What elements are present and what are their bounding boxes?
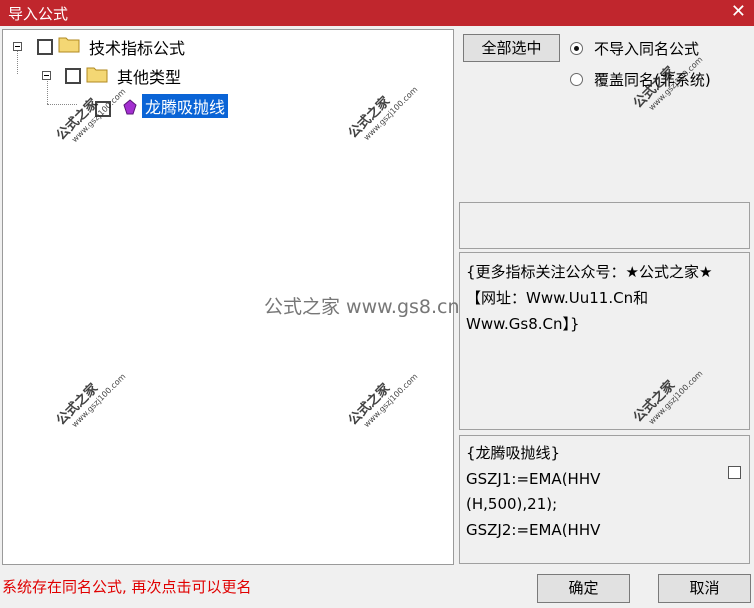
window-title: 导入公式	[8, 5, 69, 23]
folder-icon	[58, 37, 80, 53]
cancel-button[interactable]: 取消	[658, 574, 751, 603]
select-all-button[interactable]: 全部选中	[463, 34, 560, 62]
center-watermark: 公式之家 www.gs8.cn	[264, 296, 460, 318]
code-preview: {龙腾吸抛线} GSZJ1:=EMA(HHV (H,500),21); GSZJ…	[466, 441, 716, 543]
ok-button[interactable]: 确定	[537, 574, 630, 603]
tree-child-label[interactable]: 其他类型	[117, 64, 181, 88]
close-icon[interactable]: ✕	[731, 1, 746, 23]
watermark-stamp: 公式之家 www.gszj100.com	[51, 73, 128, 149]
collapse-toggle-child[interactable]	[42, 71, 51, 80]
tree-leaf-label[interactable]: 龙腾吸抛线	[142, 94, 229, 118]
title-bar: 导入公式 ✕	[0, 0, 754, 26]
status-message: 系统存在同名公式, 再次点击可以更名	[2, 578, 252, 596]
radio-no-import[interactable]	[570, 42, 583, 55]
code-preview-checkbox[interactable]	[728, 466, 741, 479]
radio-overwrite[interactable]	[570, 73, 583, 86]
formula-gem-icon	[123, 99, 137, 115]
code-line: GSZJ2:=EMA(HHV	[466, 520, 601, 539]
watermark-stamp: 公式之家 www.gszj100.com	[343, 71, 420, 147]
code-line: {龙腾吸抛线}	[466, 444, 561, 462]
checkbox-root[interactable]	[37, 39, 53, 55]
code-line: GSZJ1:=EMA(HHV	[466, 469, 601, 488]
checkbox-child[interactable]	[65, 68, 81, 84]
watermark-stamp: 公式之家 www.gszj100.com	[51, 358, 128, 434]
empty-info-box	[459, 202, 750, 249]
collapse-toggle-root[interactable]	[13, 42, 22, 51]
info-text: {更多指标关注公众号：★公式之家★【网址：Www.Uu11.Cn和Www.Gs8…	[466, 263, 713, 333]
watermark-stamp: 公式之家 www.gszj100.com	[343, 358, 420, 434]
tree-line	[17, 50, 18, 74]
tree-line	[47, 104, 77, 105]
code-line: (H,500),21);	[466, 495, 558, 513]
tree-root-label[interactable]: 技术指标公式	[89, 35, 185, 59]
